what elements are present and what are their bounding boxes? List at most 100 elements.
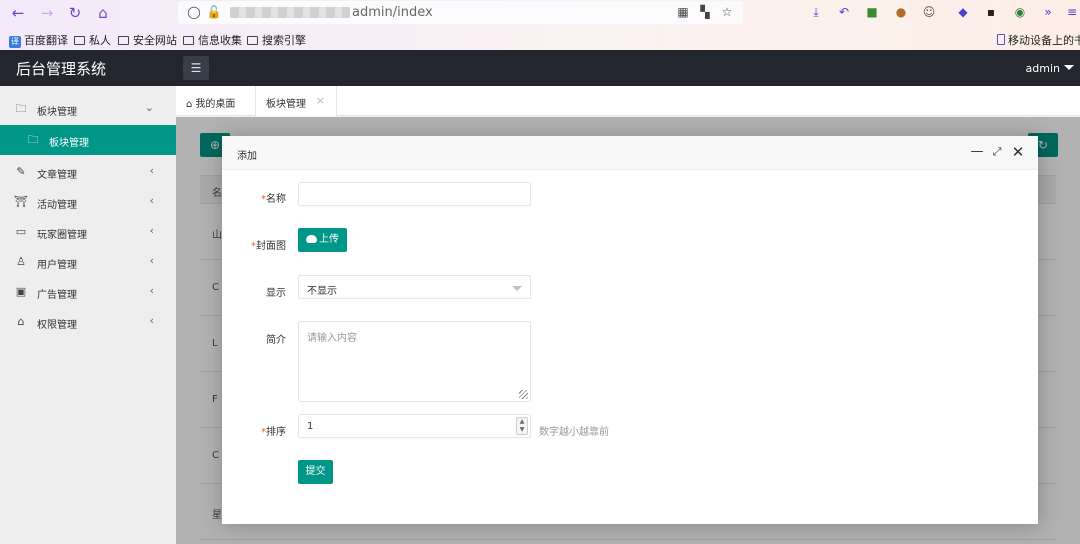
reload-icon[interactable]: ↻ bbox=[65, 3, 85, 23]
menu-toggle-button[interactable]: ☰ bbox=[183, 56, 209, 80]
url-text: admin/index bbox=[352, 5, 433, 20]
forward-icon[interactable]: → bbox=[37, 3, 57, 23]
bookmark-info-collect[interactable]: 信息收集 bbox=[183, 32, 242, 48]
home-icon: ⌂ bbox=[186, 99, 193, 110]
bookmarks-bar: 译百度翻译 私人 安全网站 信息收集 搜索引擎 移动设备上的书签 bbox=[0, 28, 1080, 50]
chevron-down-icon: ⌄ bbox=[144, 101, 154, 114]
bookmark-safe-sites[interactable]: 安全网站 bbox=[118, 32, 177, 48]
sort-label: *排序 bbox=[261, 427, 286, 438]
browser-nav-row: ← → ↻ ⌂ ◯ 🔓 admin/index ▦ ▚ ☆ ⤓ ↶ ■ ● ☺ … bbox=[0, 0, 1080, 27]
cover-label: *封面图 bbox=[251, 241, 286, 252]
sort-value: 1 bbox=[307, 421, 314, 432]
upload-button[interactable]: 上传 bbox=[298, 228, 347, 252]
home-icon[interactable]: ⌂ bbox=[93, 3, 113, 23]
stepper-icon[interactable]: ▲ ▼ bbox=[516, 417, 528, 435]
chevron-left-icon: ‹ bbox=[149, 284, 154, 297]
sidebar-item-label: 文章管理 bbox=[37, 170, 77, 181]
overflow-chevron-icon[interactable]: » bbox=[1040, 4, 1056, 20]
chevron-left-icon: ‹ bbox=[149, 254, 154, 267]
folder-icon bbox=[118, 36, 129, 45]
sidebar-item-permissions[interactable]: ⌂ 权限管理 ‹ bbox=[0, 307, 176, 337]
tab-home[interactable]: ⌂ 我的桌面 bbox=[176, 86, 254, 116]
download-icon[interactable]: ⤓ bbox=[808, 4, 824, 20]
translate-icon: 译 bbox=[9, 36, 21, 48]
share-icon[interactable]: ↶ bbox=[836, 4, 852, 20]
url-redacted bbox=[230, 7, 350, 18]
bookmark-search-engines[interactable]: 搜索引擎 bbox=[247, 32, 306, 48]
display-label: 显示 bbox=[266, 288, 286, 299]
sidebar-item-ads[interactable]: ▣ 广告管理 ‹ bbox=[0, 277, 176, 307]
display-select[interactable]: 不显示 bbox=[298, 275, 531, 299]
chevron-left-icon: ‹ bbox=[149, 194, 154, 207]
display-select-value: 不显示 bbox=[307, 286, 337, 297]
sort-number-input[interactable]: 1 ▲ ▼ bbox=[298, 414, 531, 438]
name-field[interactable] bbox=[298, 182, 531, 206]
submit-button[interactable]: 提交 bbox=[298, 460, 333, 484]
tab-label: 板块管理 bbox=[266, 99, 306, 110]
back-icon[interactable]: ← bbox=[8, 3, 28, 23]
app-menu-icon[interactable]: ≡ bbox=[1064, 4, 1080, 20]
sidebar-item-activities[interactable]: ⛩ 活动管理 ‹ bbox=[0, 187, 176, 217]
folder-icon: 🗀 bbox=[27, 133, 39, 146]
dialog-title: 添加 bbox=[237, 151, 257, 162]
folder-icon bbox=[74, 36, 85, 45]
maximize-icon[interactable]: ⤢ bbox=[989, 144, 1005, 160]
extension-bp-icon[interactable]: ■ bbox=[864, 4, 880, 20]
chevron-down-icon bbox=[512, 286, 522, 291]
close-icon[interactable]: × bbox=[316, 94, 325, 107]
bookmark-translate[interactable]: 译百度翻译 bbox=[9, 32, 68, 48]
chevron-left-icon: ‹ bbox=[149, 164, 154, 177]
sidebar-item-users[interactable]: ♙ 用户管理 ‹ bbox=[0, 247, 176, 277]
user-menu[interactable]: admin bbox=[1026, 62, 1060, 75]
name-label: *名称 bbox=[261, 194, 286, 205]
intro-label: 简介 bbox=[266, 335, 286, 346]
chevron-left-icon: ‹ bbox=[149, 314, 154, 327]
bookmark-star-icon[interactable]: ☆ bbox=[719, 4, 735, 20]
sidebar-item-board-management[interactable]: 🗀 板块管理 ⌄ bbox=[0, 94, 176, 124]
extension-badge-icon[interactable]: ◆ bbox=[955, 4, 971, 20]
insecure-lock-icon: 🔓 bbox=[206, 5, 222, 19]
sidebar-item-label: 广告管理 bbox=[37, 290, 77, 301]
edit-icon: ✎ bbox=[16, 165, 26, 178]
sidebar-item-articles[interactable]: ✎ 文章管理 ‹ bbox=[0, 157, 176, 187]
mobile-icon bbox=[997, 34, 1005, 45]
extension-face-icon[interactable]: ☺ bbox=[921, 4, 937, 20]
add-dialog: 添加 — ⤢ ✕ *名称 *封面图 上传 显示 不显示 简介 请输入内容 *排序… bbox=[222, 136, 1038, 524]
folder-icon bbox=[183, 36, 194, 45]
sidebar-item-label: 板块管理 bbox=[49, 138, 89, 149]
close-icon[interactable]: ✕ bbox=[1010, 144, 1026, 160]
browser-chrome: ← → ↻ ⌂ ◯ 🔓 admin/index ▦ ▚ ☆ ⤓ ↶ ■ ● ☺ … bbox=[0, 0, 1080, 50]
caret-down-icon[interactable] bbox=[1064, 65, 1074, 70]
sidebar-item-label: 权限管理 bbox=[37, 320, 77, 331]
bookmark-mobile[interactable]: 移动设备上的书签 bbox=[997, 32, 1080, 48]
address-bar[interactable]: ◯ 🔓 admin/index ▦ ▚ ☆ bbox=[178, 1, 743, 24]
dialog-header: 添加 — ⤢ ✕ bbox=[222, 136, 1038, 170]
bookmark-private[interactable]: 私人 bbox=[74, 32, 111, 48]
tab-label: 我的桌面 bbox=[195, 99, 236, 110]
extension-grid-icon[interactable]: ▪ bbox=[983, 4, 999, 20]
chevron-left-icon: ‹ bbox=[149, 224, 154, 237]
grid-icon[interactable]: ▚ bbox=[697, 4, 713, 20]
tab-board-management[interactable]: 板块管理 × bbox=[255, 86, 337, 116]
folder-icon bbox=[247, 36, 258, 45]
shield-icon: ◯ bbox=[187, 5, 201, 19]
sidebar-subitem-board-management[interactable]: 🗀 板块管理 bbox=[0, 125, 176, 155]
sidebar-item-player-circle[interactable]: ▭ 玩家圈管理 ‹ bbox=[0, 217, 176, 247]
sidebar: 🗀 板块管理 ⌄ 🗀 板块管理 ✎ 文章管理 ‹ ⛩ 活动管理 ‹ ▭ 玩家圈管… bbox=[0, 86, 176, 544]
extension-globe-icon[interactable]: ◉ bbox=[1012, 4, 1028, 20]
sidebar-item-label: 板块管理 bbox=[37, 107, 77, 118]
app-title: 后台管理系统 bbox=[16, 60, 107, 78]
app-header: 后台管理系统 ☰ admin bbox=[0, 50, 1080, 86]
cloud-upload-icon bbox=[306, 235, 317, 243]
lock-icon: ⌂ bbox=[17, 315, 25, 328]
resize-grip-icon[interactable] bbox=[519, 390, 528, 399]
qr-code-icon[interactable]: ▦ bbox=[675, 4, 691, 20]
extension-cookie-icon[interactable]: ● bbox=[893, 4, 909, 20]
user-icon: ♙ bbox=[16, 255, 26, 268]
image-icon: ▣ bbox=[15, 285, 27, 298]
sidebar-item-label: 活动管理 bbox=[37, 200, 77, 211]
intro-textarea[interactable]: 请输入内容 bbox=[298, 321, 531, 402]
sidebar-item-label: 玩家圈管理 bbox=[37, 230, 87, 241]
minimize-icon[interactable]: — bbox=[969, 144, 985, 160]
tab-bar: ⌂ 我的桌面 板块管理 × bbox=[176, 86, 1080, 116]
